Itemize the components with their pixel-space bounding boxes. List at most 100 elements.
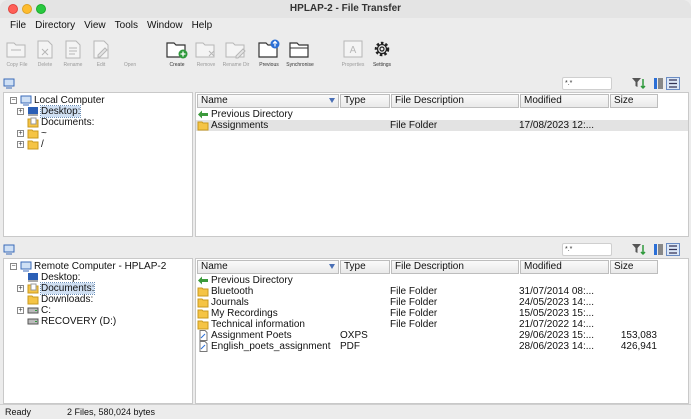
remove-folder-button[interactable]: Remove: [191, 38, 221, 68]
row-name: Journals: [211, 297, 249, 308]
tree-local-root[interactable]: + /: [17, 139, 187, 150]
details-view-icon[interactable]: [653, 243, 664, 256]
previous-folder-button[interactable]: Previous: [254, 38, 284, 68]
remote-filter-input[interactable]: *.*: [562, 243, 612, 256]
edit-button[interactable]: Edit: [86, 38, 116, 68]
column-header-size[interactable]: Size: [610, 260, 658, 274]
tree-remote-computer[interactable]: − Remote Computer - HPLAP-2: [10, 261, 190, 272]
delete-label: Delete: [37, 62, 53, 68]
row-name: Previous Directory: [211, 275, 293, 286]
tree-remote-drive-c[interactable]: + C:: [17, 305, 187, 316]
local-file-list[interactable]: Name Type File Description Modified Size…: [195, 92, 689, 237]
remove-label: Remove: [196, 62, 216, 68]
menu-view[interactable]: View: [84, 18, 106, 34]
list-row[interactable]: Previous Directory: [196, 275, 688, 286]
rename-button[interactable]: Rename: [58, 38, 88, 68]
tree-node-label: Local Computer: [34, 95, 105, 106]
list-row[interactable]: English_poets_assignment PDF 28/06/2023 …: [196, 341, 688, 352]
list-row[interactable]: Assignments File Folder 17/08/2023 12:..…: [196, 120, 688, 131]
local-filter-input[interactable]: *.*: [562, 77, 612, 90]
tree-local-desktop[interactable]: + Desktop:: [17, 105, 187, 118]
list-row[interactable]: Assignment Poets OXPS 29/06/2023 15:... …: [196, 330, 688, 341]
column-header-name[interactable]: Name: [197, 260, 339, 274]
list-row[interactable]: Technical information File Folder 21/07/…: [196, 319, 688, 330]
remote-tree[interactable]: − Remote Computer - HPLAP-2 Desktop: + D…: [3, 258, 193, 404]
column-header-size[interactable]: Size: [610, 94, 658, 108]
list-row[interactable]: Journals File Folder 24/05/2023 14:...: [196, 297, 688, 308]
create-label: Create: [169, 62, 185, 68]
local-tree[interactable]: − Local Computer + Desktop: Documents: +…: [3, 92, 193, 237]
tree-remote-drive-d[interactable]: RECOVERY (D:): [17, 316, 187, 327]
expand-toggle[interactable]: +: [17, 307, 24, 314]
menu-tools[interactable]: Tools: [115, 18, 138, 34]
menu-window[interactable]: Window: [147, 18, 183, 34]
rename-dir-button[interactable]: Rename Dir: [221, 38, 251, 68]
tree-remote-documents[interactable]: + Documents:: [17, 282, 187, 295]
remote-computer-icon: [3, 244, 15, 255]
zoom-window-button[interactable]: [36, 4, 46, 14]
copy-file-icon: [6, 42, 26, 58]
file-icon: [199, 330, 208, 341]
list-row[interactable]: Previous Directory: [196, 109, 688, 120]
column-header-label: Size: [614, 95, 634, 106]
column-header-modified[interactable]: Modified: [520, 94, 609, 108]
minimize-window-button[interactable]: [22, 4, 32, 14]
collapse-toggle[interactable]: −: [10, 97, 17, 104]
create-folder-button[interactable]: Create: [162, 38, 192, 68]
column-header-modified[interactable]: Modified: [520, 260, 609, 274]
settings-button[interactable]: Settings: [367, 38, 397, 68]
expand-toggle[interactable]: +: [17, 141, 24, 148]
tree-node-label: ~: [41, 128, 47, 139]
tree-local-home[interactable]: + ~: [17, 128, 187, 139]
synchronise-label: Synchronise: [286, 62, 314, 68]
list-row[interactable]: Bluetooth File Folder 31/07/2014 08:...: [196, 286, 688, 297]
column-header-description[interactable]: File Description: [391, 260, 519, 274]
synchronise-icon: [289, 42, 309, 58]
menu-help[interactable]: Help: [192, 18, 213, 34]
tree-local-computer[interactable]: − Local Computer: [10, 95, 190, 106]
column-header-label: Type: [344, 95, 366, 106]
column-header-name[interactable]: Name: [197, 94, 339, 108]
row-modified: 28/06/2023 14:...: [519, 341, 595, 352]
rename-label: Rename: [63, 62, 83, 68]
tree-remote-downloads[interactable]: Downloads:: [17, 294, 187, 305]
open-button[interactable]: Open: [115, 38, 145, 68]
synchronise-button[interactable]: Synchronise: [285, 38, 315, 68]
row-name: Technical information: [211, 319, 305, 330]
list-row[interactable]: My Recordings File Folder 15/05/2023 15:…: [196, 308, 688, 319]
tree-local-documents[interactable]: Documents:: [17, 117, 187, 128]
folder-icon: [27, 140, 39, 150]
delete-button[interactable]: Delete: [30, 38, 60, 68]
copy-file-button[interactable]: Copy File: [2, 38, 32, 68]
row-modified: 15/05/2023 15:...: [519, 308, 595, 319]
menu-file[interactable]: File: [10, 18, 26, 34]
collapse-toggle[interactable]: −: [10, 263, 17, 270]
column-header-type[interactable]: Type: [340, 260, 390, 274]
list-view-icon[interactable]: [666, 243, 680, 256]
list-view-icon[interactable]: [666, 77, 680, 90]
folder-icon: [197, 298, 209, 308]
expand-toggle[interactable]: +: [17, 130, 24, 137]
expand-toggle[interactable]: +: [17, 108, 24, 115]
sort-arrow-icon: [329, 98, 335, 103]
folder-icon: [197, 320, 209, 330]
settings-gear-icon: [374, 41, 390, 57]
properties-button[interactable]: A Properties: [338, 38, 368, 68]
tree-node-label: Desktop:: [39, 105, 82, 118]
folder-icon: [197, 309, 209, 319]
details-view-icon[interactable]: [653, 77, 664, 90]
filter-icon[interactable]: [631, 243, 647, 256]
remote-file-list[interactable]: Name Type File Description Modified Size…: [195, 258, 689, 404]
tree-remote-desktop[interactable]: Desktop:: [17, 272, 187, 283]
computer-icon: [20, 95, 32, 106]
previous-label: Previous: [259, 62, 279, 68]
row-modified: 29/06/2023 15:...: [519, 330, 595, 341]
row-size: 426,941: [620, 341, 657, 352]
column-header-description[interactable]: File Description: [391, 94, 519, 108]
expand-toggle[interactable]: +: [17, 285, 24, 292]
tree-node-label: Desktop:: [41, 272, 81, 283]
filter-icon[interactable]: [631, 77, 647, 90]
close-window-button[interactable]: [8, 4, 18, 14]
menu-directory[interactable]: Directory: [35, 18, 75, 34]
column-header-type[interactable]: Type: [340, 94, 390, 108]
